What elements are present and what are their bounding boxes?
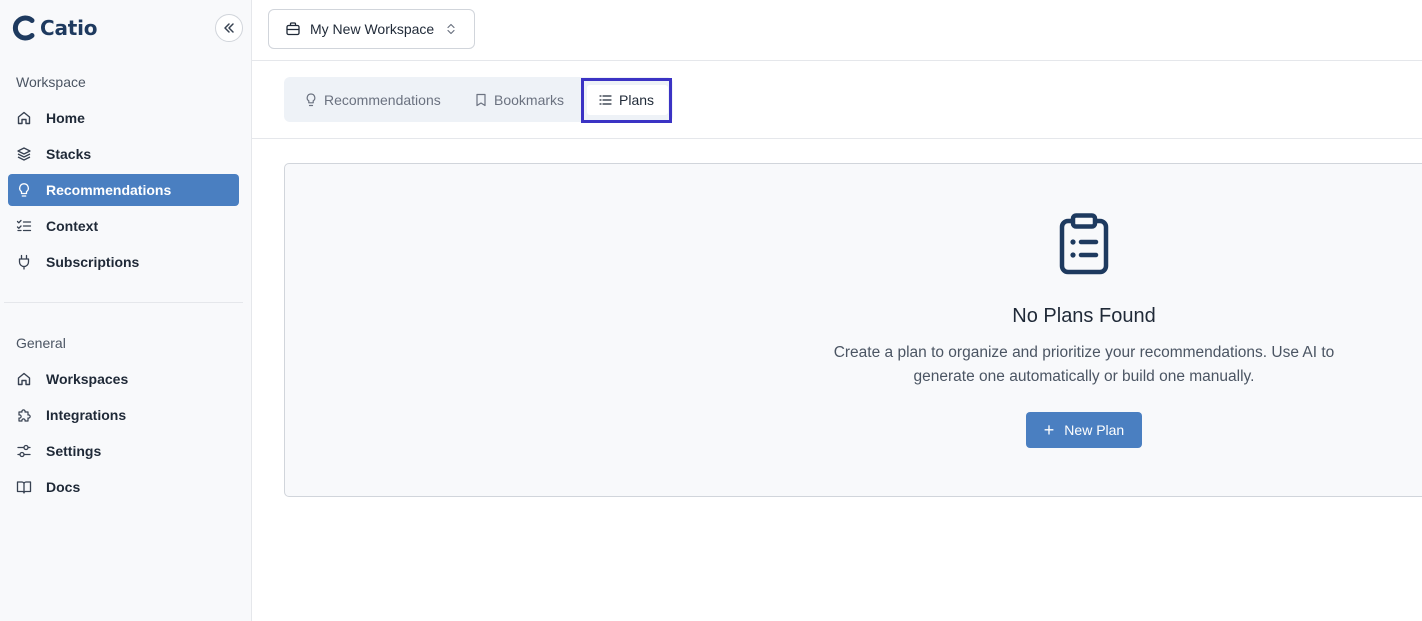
empty-state-title: No Plans Found bbox=[1012, 305, 1156, 327]
topbar: My New Workspace bbox=[252, 0, 1422, 61]
sidebar-item-context[interactable]: Context bbox=[8, 210, 239, 242]
sidebar-item-home[interactable]: Home bbox=[8, 102, 239, 134]
briefcase-icon bbox=[286, 22, 300, 36]
home-icon bbox=[16, 371, 32, 387]
tab-bar: Recommendations Bookmarks Plans bbox=[252, 61, 1422, 139]
app-root: Catio Workspace Home Stacks Recommendati… bbox=[0, 0, 1422, 621]
empty-state-description: Create a plan to organize and prioritize… bbox=[833, 344, 1335, 385]
sidebar-item-workspaces[interactable]: Workspaces bbox=[8, 363, 239, 395]
sidebar-item-label: Recommendations bbox=[46, 182, 172, 198]
sidebar-item-label: Settings bbox=[46, 443, 102, 459]
collapse-sidebar-button[interactable] bbox=[215, 14, 243, 42]
lightbulb-icon bbox=[305, 93, 317, 107]
sidebar-item-recommendations[interactable]: Recommendations bbox=[8, 174, 239, 206]
empty-state-card bbox=[284, 163, 1422, 497]
sidebar-item-integrations[interactable]: Integrations bbox=[8, 399, 239, 431]
chevrons-left-icon bbox=[224, 23, 234, 33]
list-icon bbox=[599, 94, 612, 106]
home-icon bbox=[16, 110, 32, 126]
book-icon bbox=[16, 479, 32, 495]
checklist-icon bbox=[16, 218, 32, 234]
tab-recommendations[interactable]: Recommendations bbox=[305, 85, 441, 115]
layers-icon bbox=[16, 146, 32, 162]
workspace-section-label: Workspace bbox=[16, 74, 86, 90]
sidebar-item-subscriptions[interactable]: Subscriptions bbox=[8, 246, 239, 278]
sidebar-item-settings[interactable]: Settings bbox=[8, 435, 239, 467]
chevron-up-down-icon bbox=[446, 23, 456, 35]
tab-label: Bookmarks bbox=[494, 92, 565, 108]
logo[interactable]: Catio bbox=[12, 15, 98, 41]
sidebar: Catio Workspace Home Stacks Recommendati… bbox=[0, 0, 252, 621]
sliders-icon bbox=[16, 443, 32, 459]
sidebar-item-label: Context bbox=[46, 218, 99, 234]
lightbulb-icon bbox=[16, 182, 32, 198]
plug-icon bbox=[16, 254, 32, 270]
general-section-label: General bbox=[16, 335, 66, 351]
tab-bookmarks[interactable]: Bookmarks bbox=[475, 85, 564, 115]
bookmark-icon bbox=[475, 93, 487, 107]
tab-label: Recommendations bbox=[324, 92, 441, 108]
sidebar-item-label: Home bbox=[46, 110, 85, 126]
sidebar-item-docs[interactable]: Docs bbox=[8, 471, 239, 503]
sidebar-item-label: Docs bbox=[46, 479, 81, 495]
workspace-selector[interactable]: My New Workspace bbox=[268, 9, 475, 49]
workspace-selector-label: My New Workspace bbox=[310, 21, 435, 37]
sidebar-item-label: Integrations bbox=[46, 407, 127, 423]
new-plan-button[interactable]: + New Plan bbox=[1026, 412, 1142, 448]
sidebar-item-label: Workspaces bbox=[46, 371, 129, 387]
app-name: Catio bbox=[40, 16, 98, 40]
plus-icon: + bbox=[1043, 420, 1055, 440]
sidebar-item-stacks[interactable]: Stacks bbox=[8, 138, 239, 170]
tab-label: Plans bbox=[619, 92, 655, 108]
catio-logo-icon bbox=[12, 15, 35, 41]
sidebar-divider bbox=[4, 302, 243, 303]
tab-plans[interactable]: Plans bbox=[587, 85, 669, 115]
tabs-group: Recommendations Bookmarks Plans bbox=[284, 77, 673, 122]
puzzle-icon bbox=[16, 407, 32, 423]
sidebar-item-label: Stacks bbox=[46, 146, 92, 162]
new-plan-button-label: New Plan bbox=[1064, 422, 1125, 438]
sidebar-item-label: Subscriptions bbox=[46, 254, 140, 270]
clipboard-list-icon bbox=[1058, 213, 1110, 280]
